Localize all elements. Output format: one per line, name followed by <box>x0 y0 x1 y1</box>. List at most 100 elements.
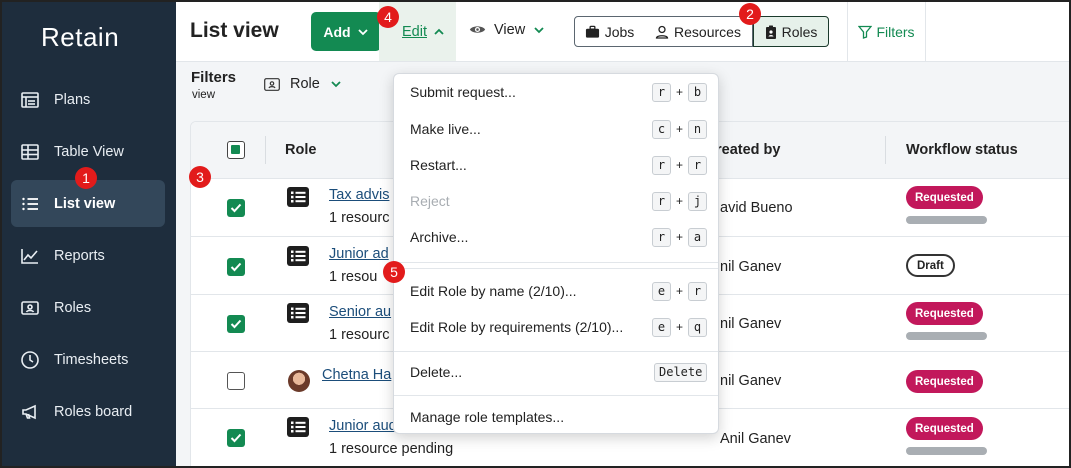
row-checkbox[interactable] <box>227 199 245 217</box>
role-list-icon <box>287 246 309 266</box>
avatar <box>288 370 310 392</box>
table-icon <box>20 142 40 162</box>
column-divider <box>265 136 266 164</box>
created-by: nil Ganev <box>720 373 782 389</box>
chevron-down-icon <box>331 81 341 88</box>
role-link[interactable]: Junior aud <box>329 418 397 434</box>
row-checkbox[interactable] <box>227 372 245 390</box>
chevron-up-icon <box>434 28 444 35</box>
shortcut-key: r <box>688 281 707 301</box>
shortcut-key: b <box>688 82 707 102</box>
column-header-workflow-status[interactable]: Workflow status <box>906 142 1018 158</box>
id-card-icon <box>264 77 280 91</box>
sidebar-item-roles-board[interactable]: Roles board <box>11 388 165 435</box>
shortcut-plus: + <box>676 85 684 99</box>
role-filter-label: Role <box>290 76 320 92</box>
sidebar-item-reports[interactable]: Reports <box>11 232 165 279</box>
menu-item-manage-role-templates[interactable]: Manage role templates... <box>394 399 718 435</box>
role-link[interactable]: Senior au <box>329 304 391 320</box>
list-icon <box>20 194 40 214</box>
sidebar-item-timesheets[interactable]: Timesheets <box>11 336 165 383</box>
menu-item-label: Edit Role by requirements (2/10)... <box>410 319 624 335</box>
role-link[interactable]: Chetna Ha <box>322 367 391 383</box>
shortcut-key: Delete <box>654 362 708 382</box>
menu-item-restart[interactable]: Restart... r + r <box>394 147 718 183</box>
annotation-marker: 3 <box>189 166 211 188</box>
row-checkbox[interactable] <box>227 258 245 276</box>
sidebar-item-plans[interactable]: Plans <box>11 76 165 123</box>
select-all-checkbox[interactable] <box>227 141 245 159</box>
add-button[interactable]: Add <box>311 12 381 51</box>
menu-item-submit-request[interactable]: Submit request... r + b <box>394 74 718 110</box>
annotation-marker: 5 <box>383 261 405 283</box>
shortcut-key: a <box>688 227 707 247</box>
menu-item-label: Edit Role by name (2/10)... <box>410 283 577 299</box>
menu-item-archive[interactable]: Archive... r + a <box>394 219 718 255</box>
shortcut-key: c <box>652 119 671 139</box>
role-list-icon <box>287 187 309 207</box>
menu-item-label: Make live... <box>410 121 481 137</box>
clock-icon <box>20 350 40 370</box>
role-link[interactable]: Tax advis <box>329 187 389 203</box>
shortcut-key: e <box>652 317 671 337</box>
column-header-role[interactable]: Role <box>285 142 316 158</box>
segment-roles[interactable]: Roles <box>753 16 829 47</box>
filter-icon <box>858 25 873 39</box>
sidebar-item-label: Table View <box>54 143 124 160</box>
edit-dropdown-menu: Submit request... r + b Make live... c +… <box>393 73 719 434</box>
plans-icon <box>20 90 40 110</box>
sidebar-item-roles[interactable]: Roles <box>11 284 165 331</box>
status-badge: Requested <box>906 302 983 325</box>
page-title: List view <box>190 19 279 42</box>
segment-resources[interactable]: Resources <box>644 16 753 47</box>
role-link[interactable]: Junior ad <box>329 246 389 262</box>
menu-item-edit-role-by-name[interactable]: Edit Role by name (2/10)... e + r <box>394 273 718 309</box>
indeterminate-mark <box>231 145 240 154</box>
segment-jobs[interactable]: Jobs <box>574 16 645 47</box>
chevron-down-icon <box>357 28 368 35</box>
app-logo[interactable]: Retain <box>41 22 119 53</box>
id-badge-icon <box>765 25 776 39</box>
filters-title: Filters <box>191 69 237 86</box>
menu-item-label: Submit request... <box>410 84 516 100</box>
shortcut-plus: + <box>676 122 684 136</box>
role-resource-status: 1 resourc <box>329 327 390 343</box>
eye-icon <box>469 26 486 33</box>
status-badge: Requested <box>906 186 983 209</box>
role-filter-dropdown[interactable]: Role <box>264 76 342 92</box>
sidebar-item-label: List view <box>54 195 116 212</box>
filters-label: Filters <box>876 23 915 40</box>
shortcut-plus: + <box>676 284 684 298</box>
menu-item-label: Manage role templates... <box>410 409 565 425</box>
segment-label: Roles <box>781 23 818 40</box>
shortcut-plus: + <box>676 320 684 334</box>
shortcut-plus: + <box>676 230 684 244</box>
filters-subtitle: view <box>192 89 216 101</box>
role-list-icon <box>287 303 309 323</box>
shortcut-key: r <box>652 82 671 102</box>
filters-button[interactable]: Filters <box>847 2 926 61</box>
menu-item-label: Archive... <box>410 229 469 245</box>
row-checkbox[interactable] <box>227 429 245 447</box>
status-badge: Requested <box>906 370 983 393</box>
menu-item-edit-role-by-requirements[interactable]: Edit Role by requirements (2/10)... e + … <box>394 309 718 345</box>
id-card-icon <box>20 298 40 318</box>
row-checkbox[interactable] <box>227 315 245 333</box>
menu-item-reject[interactable]: Reject r + j <box>394 183 718 219</box>
shortcut-plus: + <box>676 158 684 172</box>
menu-item-label: Restart... <box>410 157 467 173</box>
role-list-icon <box>287 417 309 437</box>
view-menu-button[interactable]: View <box>469 21 545 38</box>
shortcut-key: r <box>688 155 707 175</box>
sidebar-item-label: Roles <box>54 299 92 316</box>
menu-item-make-live[interactable]: Make live... c + n <box>394 111 718 147</box>
progress-bar <box>906 447 987 455</box>
status-badge: Requested <box>906 417 983 440</box>
megaphone-icon <box>20 402 40 422</box>
menu-divider <box>394 351 718 352</box>
sidebar-item-label: Plans <box>54 91 91 108</box>
created-by: nil Ganev <box>720 259 782 275</box>
menu-item-delete[interactable]: Delete... Delete <box>394 354 718 390</box>
sidebar-item-label: Roles board <box>54 403 133 420</box>
column-header-created-by[interactable]: reated by <box>716 142 780 158</box>
